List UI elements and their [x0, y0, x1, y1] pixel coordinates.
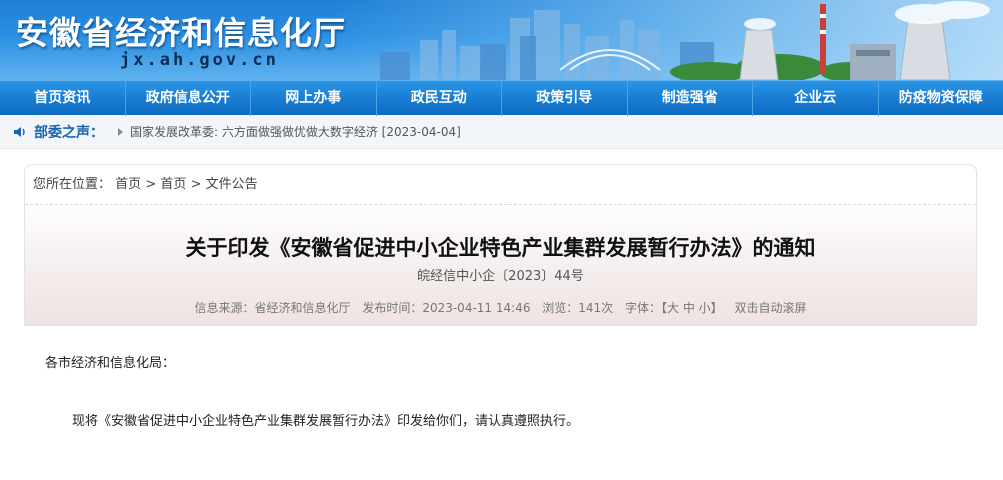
ticker-label: 部委之声： [34, 124, 104, 141]
nav-item-interaction[interactable]: 政民互动 [377, 81, 502, 116]
nav-item-online-services[interactable]: 网上办事 [251, 81, 377, 116]
article-header-box: 您所在位置： 首页 > 首页 > 文件公告 关于印发《安徽省促进中小企业特色产业… [24, 164, 977, 326]
nav-item-manufacturing[interactable]: 制造强省 [628, 81, 753, 116]
site-domain: jx.ah.gov.cn [120, 50, 279, 70]
breadcrumb: 您所在位置： 首页 > 首页 > 文件公告 [25, 165, 976, 205]
nav-item-enterprise-cloud[interactable]: 企业云 [753, 81, 879, 116]
meta-published: 发布时间：2023-04-11 14:46 [362, 301, 531, 315]
news-ticker: 部委之声： 国家发展改革委: 六方面做强做优做大数字经济 [2023-04-04… [0, 115, 1003, 149]
breadcrumb-separator: > [190, 177, 202, 192]
autoscroll-toggle[interactable]: 双击自动滚屏 [735, 301, 807, 315]
article-salutation: 各市经济和信息化局： [45, 356, 176, 371]
ticker-news-link[interactable]: 国家发展改革委: 六方面做强做优做大数字经济 [2023-04-04] [130, 123, 461, 140]
breadcrumb-item-announcements[interactable]: 文件公告 [206, 177, 258, 192]
meta-views: 浏览：141次 [542, 301, 614, 315]
article-meta: 信息来源：省经济和信息化厅 发布时间：2023-04-11 14:46 浏览：1… [25, 299, 976, 316]
nav-item-gov-info-disclosure[interactable]: 政府信息公开 [126, 81, 251, 116]
nav-item-epidemic-supplies[interactable]: 防疫物资保障 [879, 81, 1003, 116]
meta-source: 信息来源：省经济和信息化厅 [194, 301, 351, 315]
nav-item-home-news[interactable]: 首页资讯 [0, 81, 126, 116]
speaker-icon [14, 126, 25, 137]
meta-font-label: 字体： [625, 301, 662, 315]
breadcrumb-item-home-2[interactable]: 首页 [160, 177, 186, 192]
site-banner: 安徽省经济和信息化厅 jx.ah.gov.cn [0, 0, 1003, 80]
nav-item-policy-guidance[interactable]: 政策引导 [502, 81, 628, 116]
breadcrumb-item-home[interactable]: 首页 [115, 177, 141, 192]
ticker-bullet-icon [118, 127, 123, 136]
document-number: 皖经信中小企〔2023〕44号 [417, 269, 584, 284]
article-title: 关于印发《安徽省促进中小企业特色产业集群发展暂行办法》的通知 [185, 236, 816, 260]
breadcrumb-separator: > [145, 177, 157, 192]
breadcrumb-prefix: 您所在位置： [33, 177, 112, 192]
city-skyline-illustration [380, 1, 990, 80]
site-title[interactable]: 安徽省经济和信息化厅 [16, 8, 346, 54]
article-paragraph: 现将《安徽省促进中小企业特色产业集群发展暂行办法》印发给你们，请认真遵照执行。 [72, 414, 580, 429]
main-nav: 首页资讯 政府信息公开 网上办事 政民互动 政策引导 制造强省 企业云 防疫物资… [0, 80, 1003, 116]
font-size-selector[interactable]: 【大 中 小】 [661, 301, 723, 315]
